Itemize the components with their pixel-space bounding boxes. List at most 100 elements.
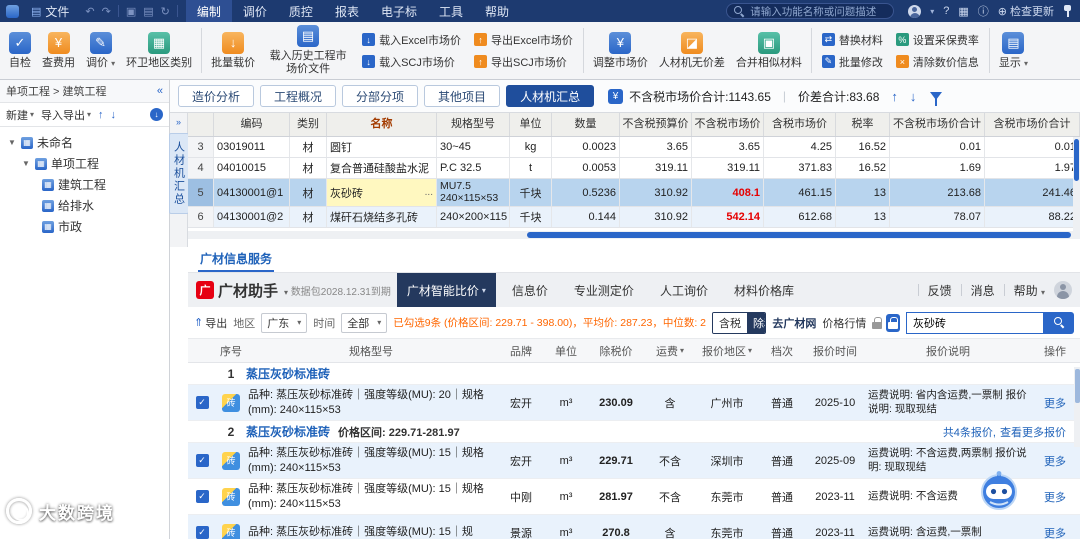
header-actions[interactable]: 操作 [1030,343,1080,359]
info-icon[interactable]: ⓘ [978,3,989,19]
header-market-total-tax[interactable]: 含税市场价合计 [985,113,1080,136]
group-row-2[interactable]: 2 蒸压灰砂标准砖 价格区间: 229.71-281.97 共4条报价, 查看更… [188,421,1080,443]
tab-professional-price[interactable]: 专业测定价 [564,273,644,307]
expander-icon[interactable]: ▼ [22,159,31,168]
new-button[interactable]: 新建 ▾ [6,107,34,123]
sort-down-icon[interactable]: ↓ [910,89,917,104]
tab-gc-info-service[interactable]: 广材信息服务 [198,247,275,272]
filter-icon[interactable] [930,92,943,106]
goto-gc-site-button[interactable]: 去广材网 [772,315,816,331]
export-button[interactable]: ⇑ 导出 [194,315,227,331]
tab-labor-inquiry[interactable]: 人工询价 [650,273,718,307]
copy-icon[interactable]: ▣ [126,5,136,18]
menu-tab-quality[interactable]: 质控 [278,0,324,22]
load-scj-price-button[interactable]: ↓ 载入SCJ市场价 [362,54,461,70]
more-actions-link[interactable]: 更多 [1044,525,1066,539]
batch-load-price-button[interactable]: ↓ 批量载价 [206,25,260,76]
apps-grid-icon[interactable]: ▦ [958,5,968,18]
region-select[interactable]: 广东 ▾ [261,312,308,333]
help-circle-icon[interactable]: ? [943,5,949,17]
expand-panel-icon[interactable]: » [176,117,181,127]
tax-included-option[interactable]: 含税 [713,312,748,333]
checkbox-checked[interactable]: ✓ [195,454,209,467]
more-actions-link[interactable]: 更多 [1044,395,1066,411]
quote-row[interactable]: ✓ 砖 品种: 蒸压灰砂标准砖｜强度等级(MU): 20｜规格(mm): 240… [188,385,1080,421]
material-group-link[interactable]: 蒸压灰砂标准砖 [246,423,330,440]
tab-material-price-lib[interactable]: 材料价格库 [724,273,804,307]
name-cell-editing[interactable]: 灰砂砖 ... [327,179,437,206]
global-search-input[interactable]: 请输入功能名称或问题描述 [726,3,895,19]
checkbox-checked[interactable]: ✓ [195,490,209,503]
user-dropdown-icon[interactable]: ▾ [930,7,934,16]
header-grade[interactable]: 档次 [760,343,804,359]
material-search-input[interactable] [906,311,1044,334]
user-badge-icon[interactable]: ↓ [150,108,163,121]
tab-sub-items[interactable]: 分部分项 [342,85,419,107]
assistant-user-avatar[interactable] [1054,281,1072,299]
quote-count-link[interactable]: 共4条报价, [943,424,996,440]
tree-node-building[interactable]: ▦ 建筑工程 [0,174,169,195]
export-excel-price-button[interactable]: ↑ 导出Excel市场价 [473,32,573,48]
header-price-excl-tax[interactable]: 除税价 [586,343,646,359]
adjust-price-button[interactable]: ✎ 调价 ▾ [81,25,120,76]
menu-tab-report[interactable]: 报表 [324,0,370,22]
menu-tab-tools[interactable]: 工具 [428,0,474,22]
sort-up-icon[interactable]: ↑ [891,89,898,104]
batch-edit-button[interactable]: ✎ 批量修改 [821,54,883,70]
time-select[interactable]: 全部 ▾ [341,312,388,333]
tab-smart-compare[interactable]: 广材智能比价 ▾ [396,273,496,307]
header-spec[interactable]: 规格型号 [437,113,510,136]
table-row[interactable]: 6 04130001@2 材 煤矸石烧结多孔砖 240×200×115 千块 0… [188,207,1080,228]
quote-row[interactable]: ✓ 砖 品种: 蒸压灰砂标准砖｜强度等级(MU): 15｜规格(mm): 240… [188,443,1080,479]
scrollbar-thumb[interactable] [1074,139,1079,181]
group-row-1[interactable]: 1 蒸压灰砂标准砖 [188,363,1080,385]
more-actions-link[interactable]: 更多 [1044,453,1066,469]
tax-toggle[interactable]: 含税 除税 [712,311,767,334]
fee-rate-button[interactable]: % 设置采保费率 [895,32,979,48]
header-quote-region[interactable]: 报价地区 ▾ [694,343,760,359]
move-down-icon[interactable]: ↓ [111,109,117,121]
import-export-button[interactable]: 导入导出 ▾ [41,107,91,123]
vertical-tab-summary[interactable]: 人材机汇总 [168,133,189,214]
header-market-price-tax[interactable]: 含税市场价 [764,113,836,136]
checkbox-checked[interactable]: ✓ [195,526,209,539]
tree-node-root[interactable]: ▼ ▦ 未命名 [0,132,169,153]
checkbox-checked[interactable]: ✓ [195,396,209,409]
search-button[interactable] [1044,311,1074,334]
tax-excluded-option[interactable]: 除税 [747,312,766,333]
refresh-icon[interactable]: ↻ [161,5,170,18]
header-budget-price[interactable]: 不含税预算价 [620,113,692,136]
header-unit[interactable]: 单位 [546,343,586,359]
table-row[interactable]: 3 03019011 材 圆钉 30~45 kg 0.0023 3.65 3.6… [188,137,1080,158]
feedback-link[interactable]: 反馈 [928,282,952,299]
locked-badge-icon[interactable] [886,313,900,332]
replace-material-button[interactable]: ⇄ 替换材料 [821,32,883,48]
check-update-button[interactable]: ⊕ 检查更新 [998,3,1054,19]
scrollbar-thumb[interactable] [1074,369,1080,403]
tree-node-project[interactable]: ▼ ▦ 单项工程 [0,153,169,174]
header-unit[interactable]: 单位 [510,113,552,136]
menu-tab-price-adjust[interactable]: 调价 [232,0,278,22]
header-rownum[interactable] [188,113,214,136]
self-check-button[interactable]: ✓ 自检 [4,25,36,76]
tree-node-municipal[interactable]: ▦ 市政 [0,216,169,237]
tree-node-plumbing[interactable]: ▦ 给排水 [0,195,169,216]
help-link[interactable]: 帮助 ▾ [1014,282,1045,299]
expander-icon[interactable]: ▼ [8,138,17,147]
header-category[interactable]: 类别 [290,113,327,136]
header-qty[interactable]: 数量 [552,113,620,136]
fee-check-button[interactable]: ¥ 查费用 [37,25,80,76]
price-trend-button[interactable]: 价格行情 [822,315,866,331]
lookup-ellipsis-button[interactable]: ... [425,187,433,198]
load-history-price-button[interactable]: ▤ 载入历史工程市场价文件 [261,25,355,76]
quote-row[interactable]: ✓ 砖 品种: 蒸压灰砂标准砖｜强度等级(MU): 15｜规 景源 m³ 270… [188,515,1080,539]
header-quote-note[interactable]: 报价说明 [866,343,1030,359]
header-code[interactable]: 编码 [214,113,290,136]
more-actions-link[interactable]: 更多 [1044,489,1066,505]
message-link[interactable]: 消息 [971,282,995,299]
header-quote-time[interactable]: 报价时间 [804,343,866,359]
header-seq[interactable]: 序号 [216,343,246,359]
load-excel-price-button[interactable]: ↓ 载入Excel市场价 [362,32,461,48]
move-up-icon[interactable]: ↑ [98,109,104,121]
header-market-price[interactable]: 不含税市场价 [692,113,764,136]
